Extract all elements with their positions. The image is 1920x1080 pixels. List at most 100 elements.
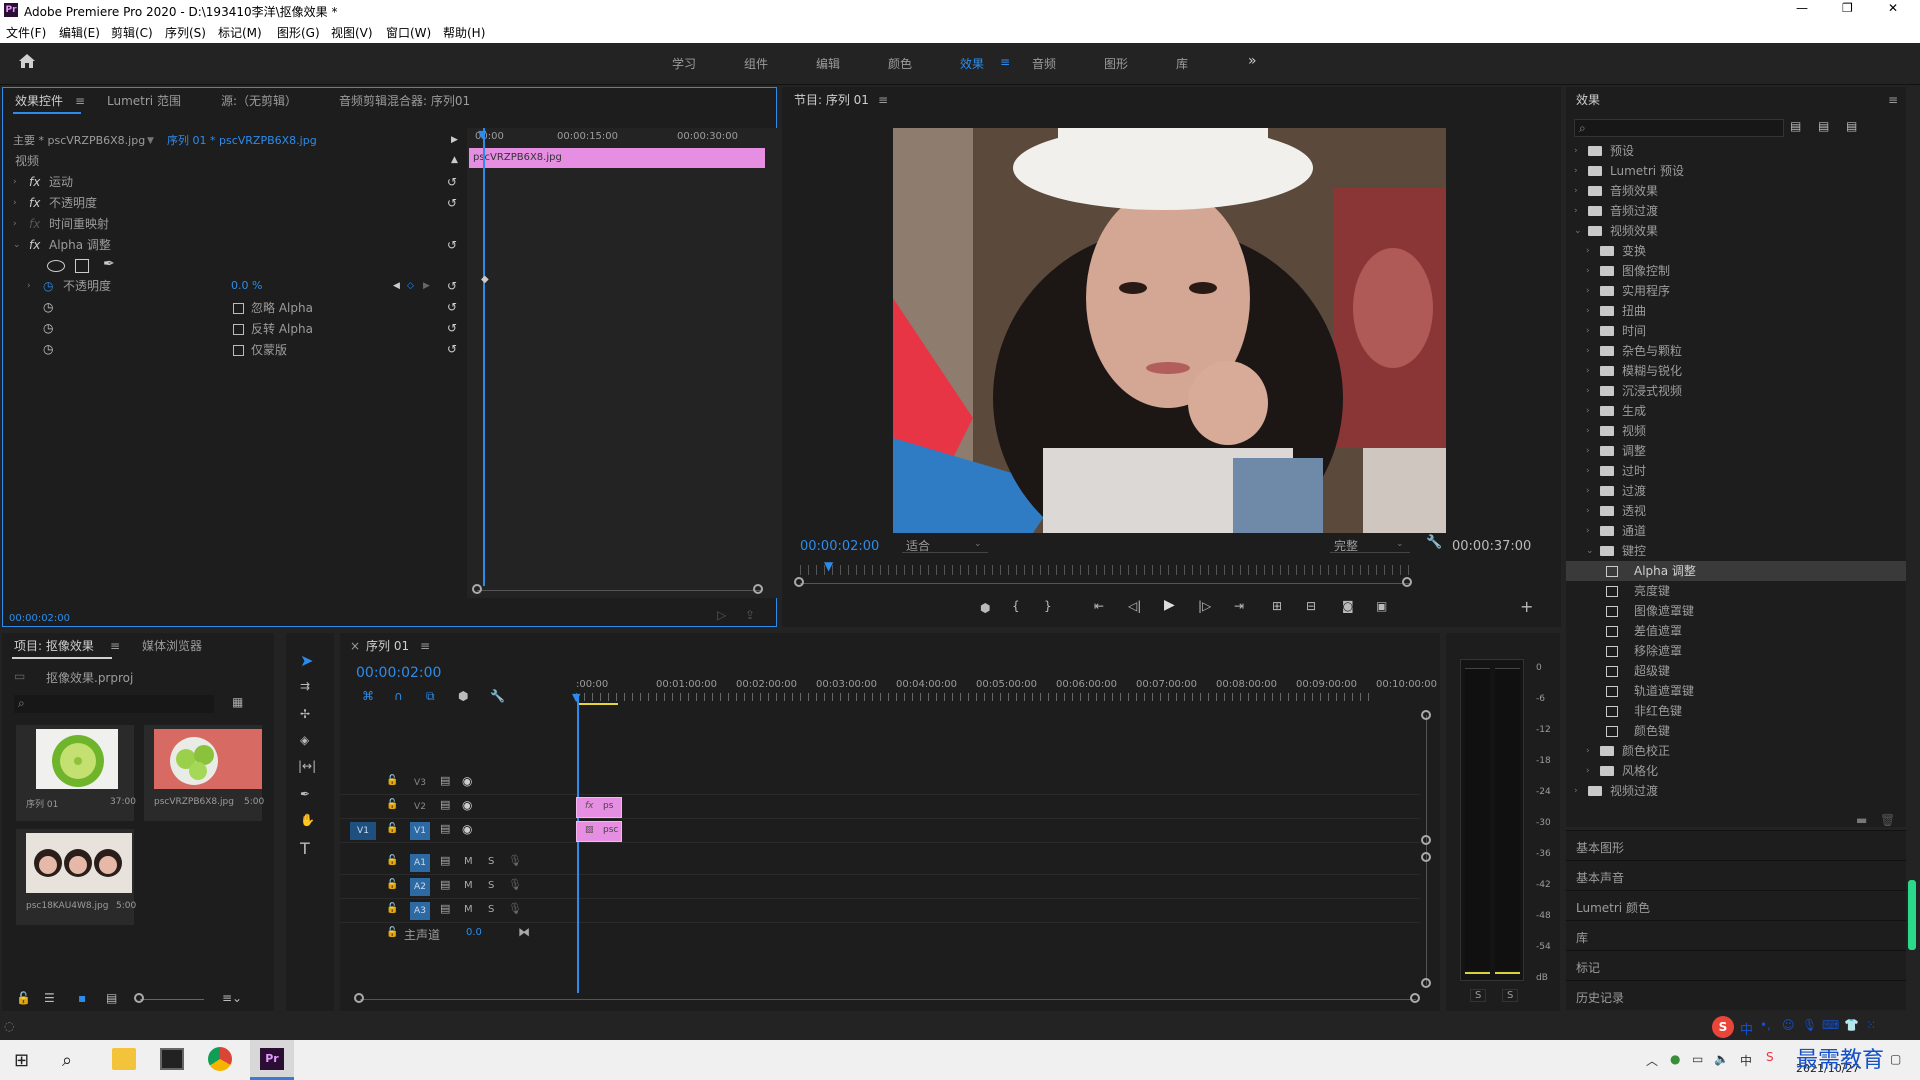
effects-tree-item[interactable]: › 变换 xyxy=(1566,241,1906,261)
chevron-down-icon[interactable]: ⌄ xyxy=(1586,541,1594,561)
quality-dropdown[interactable]: 完整 ⌄ xyxy=(1330,535,1410,553)
minimize-button[interactable]: — xyxy=(1796,1,1808,15)
razor-tool-icon[interactable]: ◈ xyxy=(300,733,309,747)
effects-tree-item[interactable]: 非红色键 xyxy=(1566,701,1906,721)
workspace-assembly[interactable]: 组件 xyxy=(744,55,768,72)
network-icon[interactable]: ▭ xyxy=(1692,1052,1703,1066)
project-item-image-2[interactable]: psc18KAU4W8.jpg 5:00 xyxy=(16,829,136,925)
effects-tree-item[interactable]: › 生成 xyxy=(1566,401,1906,421)
reset-icon[interactable]: ↺ xyxy=(447,339,457,359)
program-scrub-ruler[interactable] xyxy=(800,565,1410,575)
chevron-right-icon[interactable]: › xyxy=(1574,201,1578,221)
effects-tree-item[interactable]: 轨道遮罩键 xyxy=(1566,681,1906,701)
mic-icon[interactable]: 🎙 xyxy=(508,878,522,891)
v-zoom-handle[interactable] xyxy=(1421,835,1431,845)
effects-tree-item[interactable]: 亮度键 xyxy=(1566,581,1906,601)
chevron-right-icon[interactable]: › xyxy=(1574,141,1578,161)
delete-icon[interactable]: 🗑 xyxy=(1880,813,1895,827)
effects-search-input[interactable]: ⌕ xyxy=(1574,119,1784,137)
sync-lock-icon[interactable]: ▤ xyxy=(440,798,450,811)
a-zoom-handle[interactable] xyxy=(1421,852,1431,862)
timeline-close-icon[interactable]: × xyxy=(350,633,360,659)
collapse-icon[interactable]: ⌄ xyxy=(13,235,21,255)
wrench-icon[interactable]: 🔧 xyxy=(1426,535,1442,550)
reset-icon[interactable]: ↺ xyxy=(447,297,457,317)
premiere-taskbar-button[interactable]: Pr xyxy=(250,1040,294,1080)
keyframe-icon[interactable]: ◆ xyxy=(481,274,489,285)
solo-right-button[interactable]: S xyxy=(1502,989,1519,1002)
workspace-graphics[interactable]: 图形 xyxy=(1104,55,1128,72)
effects-tree-item[interactable]: › 透视 xyxy=(1566,501,1906,521)
effects-tree-item[interactable]: › 预设 xyxy=(1566,141,1906,161)
track-target[interactable]: A2 xyxy=(410,878,430,896)
yuv-effects-icon[interactable]: ▤ xyxy=(1846,119,1857,133)
track-target[interactable]: V1 xyxy=(410,822,430,840)
fx-alpha-adjust[interactable]: Alpha 调整 xyxy=(49,235,111,255)
mic-icon[interactable]: 🎙 xyxy=(508,902,522,915)
timeline-ruler[interactable]: :00:00 00:01:00:00 00:02:00:00 00:03:00:00 0… xyxy=(576,677,1437,703)
effects-tree-item[interactable]: › 图像控制 xyxy=(1566,261,1906,281)
workspace-libraries[interactable]: 库 xyxy=(1176,55,1188,72)
mark-out-icon[interactable]: } xyxy=(1044,599,1052,613)
panel-scrollbar[interactable] xyxy=(1908,880,1916,950)
program-timecode[interactable]: 00:00:02:00 xyxy=(800,539,879,554)
clip-v2[interactable]: fx ps xyxy=(576,797,622,818)
effects-menu-icon[interactable]: ≡ xyxy=(1888,87,1898,113)
ime-voice-icon[interactable]: 🎙 xyxy=(1802,1018,1817,1032)
ripple-edit-tool-icon[interactable]: ✢ xyxy=(300,707,310,721)
menu-marker[interactable]: 标记(M) xyxy=(218,24,262,41)
tab-audio-clip-mixer[interactable]: 音频剪辑混合器: 序列01 xyxy=(339,88,470,114)
effects-tree-item[interactable]: › 音频效果 xyxy=(1566,181,1906,201)
effects-tree-item[interactable]: › 视频 xyxy=(1566,421,1906,441)
reset-icon[interactable]: ↺ xyxy=(447,276,457,296)
sort-icon[interactable]: ≡⌄ xyxy=(222,991,242,1005)
ime-punct-icon[interactable]: •, xyxy=(1760,1018,1771,1032)
zoom-handle-right[interactable] xyxy=(753,584,763,594)
expand-icon[interactable]: › xyxy=(13,214,17,234)
chevron-down-icon[interactable]: ▼ xyxy=(147,131,154,151)
reset-icon[interactable]: ↺ xyxy=(447,172,457,192)
type-tool-icon[interactable]: T xyxy=(300,839,310,858)
solo-button[interactable]: S xyxy=(488,880,494,891)
effects-tree-item[interactable]: › 实用程序 xyxy=(1566,281,1906,301)
workspace-effects[interactable]: 效果 xyxy=(960,55,984,72)
chevron-right-icon[interactable]: › xyxy=(1586,281,1590,301)
chevron-right-icon[interactable]: › xyxy=(1574,161,1578,181)
windows-start-icon[interactable]: ⊞ xyxy=(14,1050,29,1071)
zoom-slider[interactable] xyxy=(140,999,204,1000)
wrench-icon[interactable]: 🔧 xyxy=(490,689,505,703)
menu-view[interactable]: 视图(V) xyxy=(331,24,373,41)
ellipse-mask-icon[interactable] xyxy=(47,260,65,272)
master-jump-icon[interactable]: ⧓ xyxy=(518,925,530,939)
effects-tree-item[interactable]: › 调整 xyxy=(1566,441,1906,461)
new-folder-icon[interactable]: ▬ xyxy=(1856,813,1867,827)
effects-tree-item[interactable]: 差值遮罩 xyxy=(1566,621,1906,641)
playhead-icon[interactable]: ▼ xyxy=(572,691,580,704)
effects-tree-item[interactable]: 超级键 xyxy=(1566,661,1906,681)
sync-lock-icon[interactable]: ▤ xyxy=(440,774,450,787)
project-menu-icon[interactable]: ≡ xyxy=(110,633,120,659)
scroll-up-icon[interactable]: ▲ xyxy=(451,150,458,170)
maximize-button[interactable]: ❐ xyxy=(1842,1,1853,15)
fx-time-remap[interactable]: 时间重映射 xyxy=(49,214,109,234)
effects-tree-item[interactable]: › 沉浸式视频 xyxy=(1566,381,1906,401)
chevron-right-icon[interactable]: › xyxy=(1586,741,1590,761)
close-button[interactable]: ✕ xyxy=(1888,1,1898,15)
tab-media-browser[interactable]: 媒体浏览器 xyxy=(142,633,202,659)
chevron-right-icon[interactable]: › xyxy=(1586,401,1590,421)
lock-icon[interactable]: 🔓 xyxy=(386,775,398,786)
timeline-playhead[interactable] xyxy=(577,697,579,993)
effects-tree-item[interactable]: › 视频过渡 xyxy=(1566,781,1906,801)
go-to-in-icon[interactable]: ⇤ xyxy=(1094,599,1104,613)
effects-tree-item[interactable]: 移除遮罩 xyxy=(1566,641,1906,661)
expand-icon[interactable]: › xyxy=(13,193,17,213)
sync-lock-icon[interactable]: ▤ xyxy=(440,822,450,835)
chevron-right-icon[interactable]: › xyxy=(1586,421,1590,441)
zoom-handle-left[interactable] xyxy=(472,584,482,594)
sync-lock-icon[interactable]: ▤ xyxy=(440,854,450,867)
source-patch[interactable]: V1 xyxy=(350,822,376,840)
mute-button[interactable]: M xyxy=(464,904,473,915)
effects-tree-item[interactable]: › 模糊与锐化 xyxy=(1566,361,1906,381)
go-to-out-icon[interactable]: ⇥ xyxy=(1234,599,1244,613)
chevron-right-icon[interactable]: › xyxy=(1586,761,1590,781)
